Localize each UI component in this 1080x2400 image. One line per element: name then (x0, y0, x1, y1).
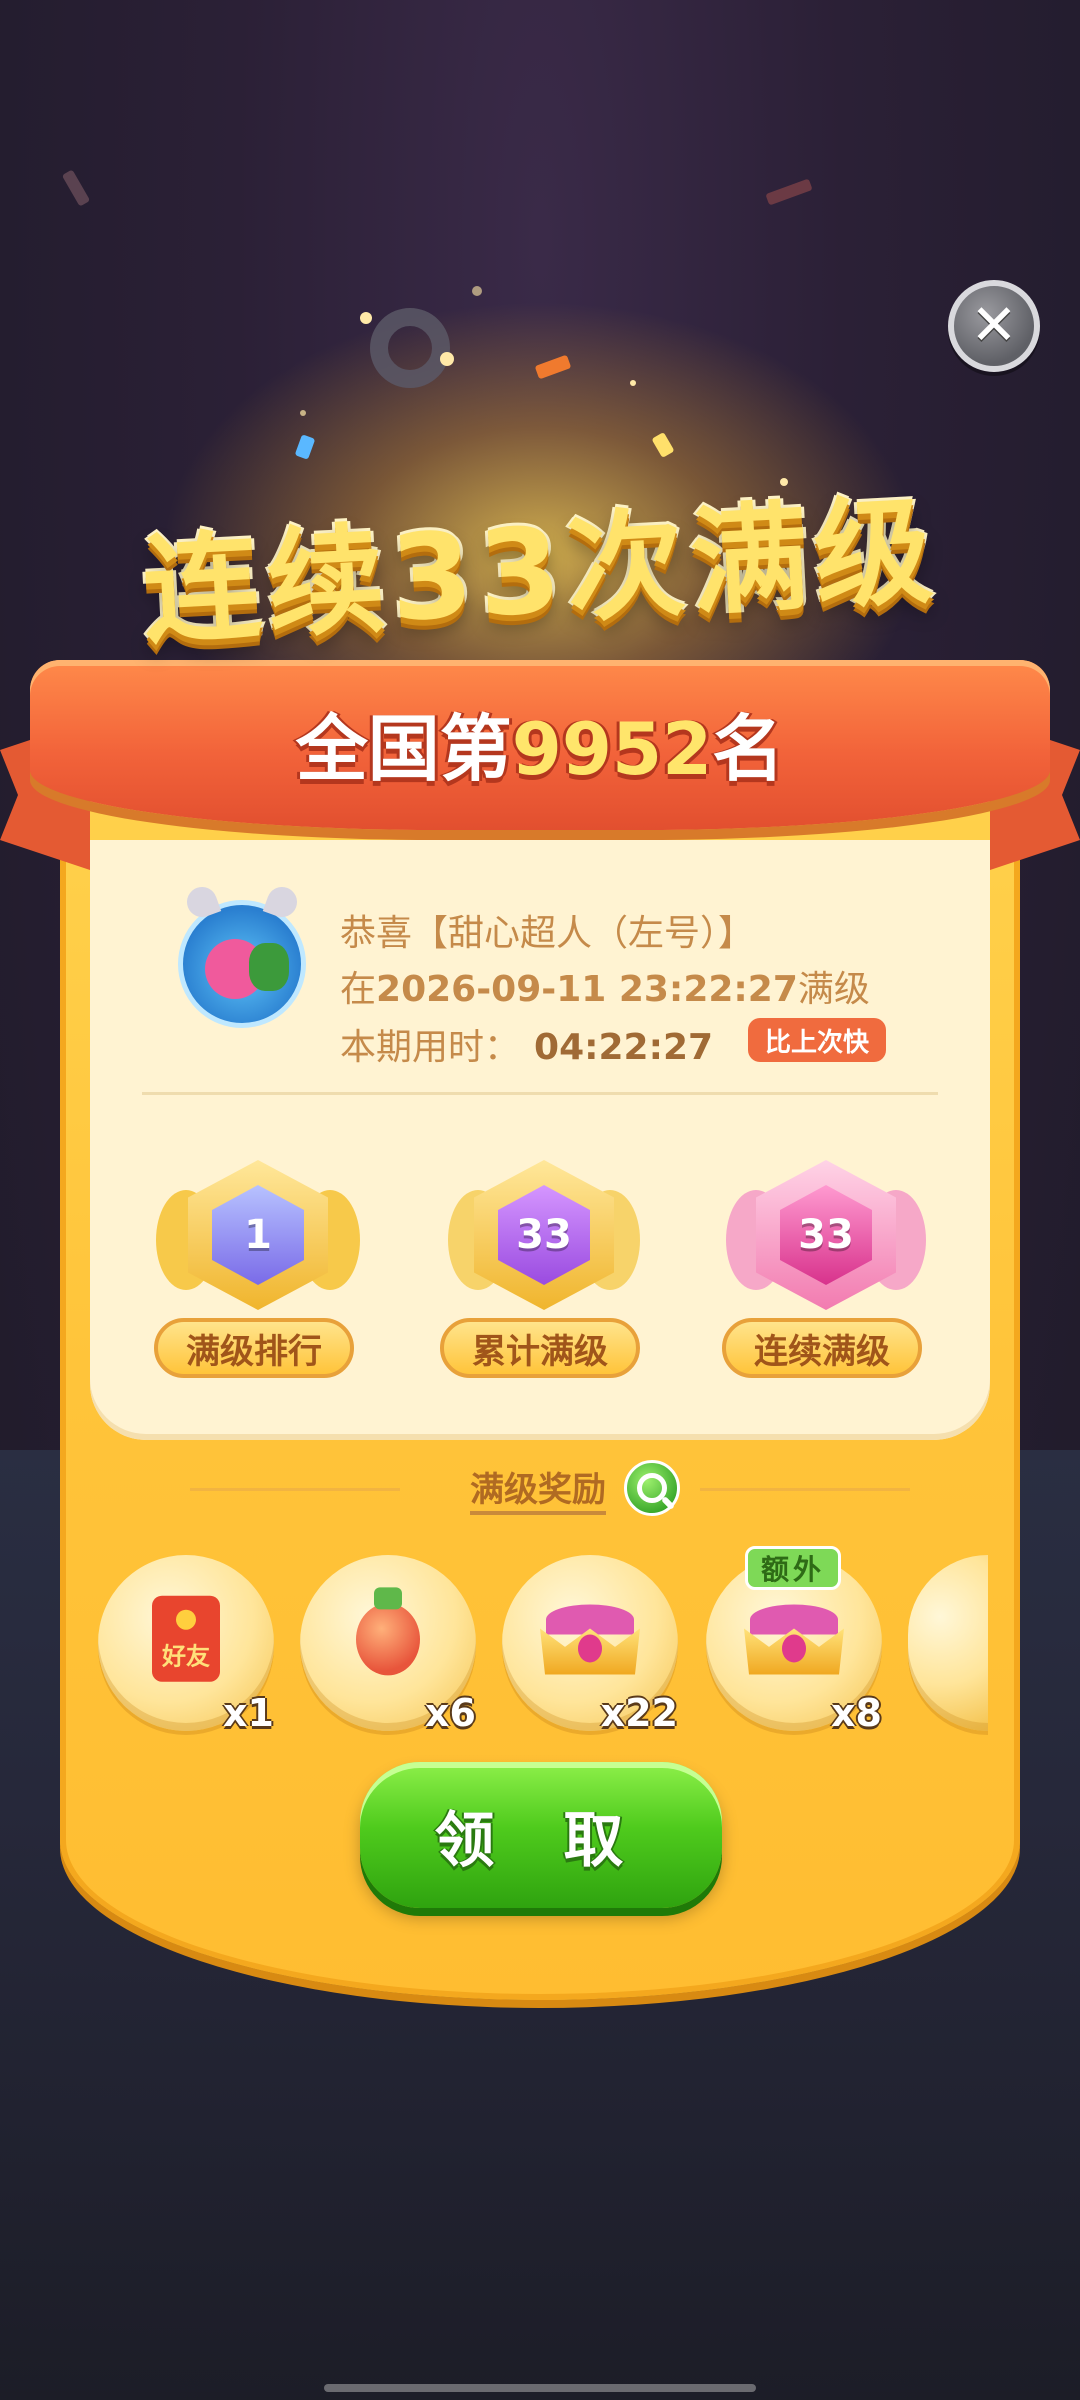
badge-value: 33 (498, 1185, 590, 1285)
winged-medal-icon: 33 (756, 1160, 896, 1310)
national-rank: 全国第9952名 (30, 690, 1050, 795)
maxlevel-time-line: 在2026-09-11 23:22:27满级 (340, 960, 870, 1012)
reward-title: 满级奖励 (470, 1462, 606, 1515)
faster-badge: 比上次快 (748, 1018, 886, 1062)
sparkle (300, 410, 306, 416)
confetti (61, 169, 91, 207)
claim-button[interactable]: 领 取 (360, 1762, 722, 1908)
time-suffix: 满级 (797, 969, 870, 1010)
close-icon: ✕ (970, 293, 1018, 358)
rank-prefix: 全国第 (295, 707, 512, 791)
close-button[interactable]: ✕ (948, 280, 1040, 372)
rank-number: 9952 (511, 707, 713, 791)
sparkle (630, 380, 636, 386)
sparkle (440, 352, 454, 366)
reward-preview-button[interactable] (624, 1460, 680, 1516)
confetti (765, 178, 813, 206)
potion-icon (356, 1587, 420, 1676)
congrats-line: 恭喜【甜心超人（左号）】 (340, 913, 755, 954)
red-envelope-icon: 好友 (152, 1595, 220, 1682)
extra-tag: 额外 (745, 1546, 841, 1590)
reward-count: x22 (600, 1691, 678, 1735)
divider (142, 1092, 938, 1095)
title-line-left (190, 1488, 400, 1491)
sparkle (472, 286, 482, 296)
badge-total[interactable]: 33 累计满级 (440, 1150, 644, 1380)
reward-item[interactable]: x6 (300, 1555, 476, 1735)
time-prefix: 在 (340, 969, 377, 1010)
reward-item[interactable]: x22 (502, 1555, 678, 1735)
crown-icon (540, 1604, 640, 1675)
duration-value: 04:22:27 (534, 1027, 714, 1068)
avatar-character-2 (249, 943, 289, 991)
badge-label: 累计满级 (440, 1318, 640, 1378)
sparkle (360, 312, 372, 324)
reward-count: x6 (425, 1691, 476, 1735)
search-icon (637, 1473, 667, 1503)
badge-consecutive[interactable]: 33 连续满级 (722, 1150, 926, 1380)
badge-label: 连续满级 (722, 1318, 922, 1378)
reward-count: x8 (831, 1691, 882, 1735)
home-indicator[interactable] (324, 2384, 756, 2392)
badge-value: 1 (212, 1185, 304, 1285)
duration-label: 本期用时： (340, 1027, 521, 1068)
maxlevel-datetime: 2026-09-11 23:22:27 (376, 969, 798, 1010)
crown-icon (744, 1604, 844, 1675)
duration-line: 本期用时： 04:22:27 (340, 1018, 713, 1070)
reward-item[interactable]: 好友 x1 (98, 1555, 274, 1735)
badge-rank[interactable]: 1 满级排行 (154, 1150, 360, 1380)
hexagon-medal-icon: 33 (474, 1160, 614, 1310)
avatar[interactable] (178, 882, 306, 1028)
reward-count: x1 (223, 1691, 274, 1735)
badge-label: 满级排行 (154, 1318, 354, 1378)
badge-value: 33 (780, 1185, 872, 1285)
title-line-right (700, 1488, 910, 1491)
rank-suffix: 名 (712, 707, 785, 791)
crown-medal-icon: 1 (188, 1160, 328, 1310)
firework-ring (370, 308, 450, 388)
